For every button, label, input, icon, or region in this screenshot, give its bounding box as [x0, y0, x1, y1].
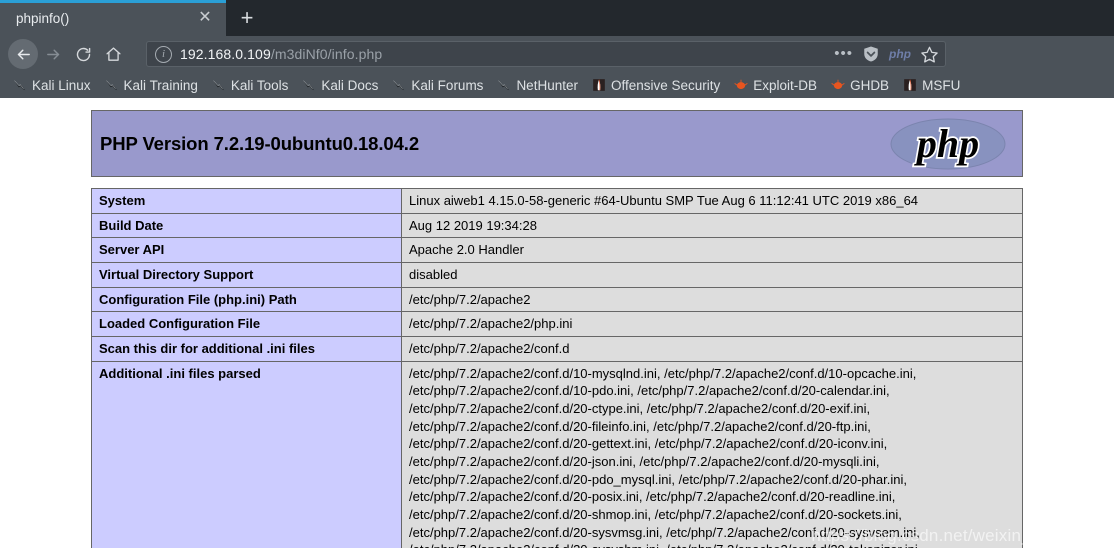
tab-phpinfo[interactable]: phpinfo() ✕ — [0, 0, 226, 36]
info-label: Build Date — [91, 212, 402, 239]
exploitdb-icon — [831, 79, 845, 90]
bookmark-item[interactable]: Kali Tools — [205, 74, 296, 96]
bookmark-item[interactable]: MSFU — [896, 74, 967, 96]
php-logo: php — [888, 116, 1008, 172]
bookmark-item[interactable]: Kali Forums — [385, 74, 490, 96]
bookmark-item[interactable]: NetHunter — [490, 74, 585, 96]
php-version-header: PHP Version 7.2.19-0ubuntu0.18.04.2 php — [91, 110, 1023, 177]
table-row: Scan this dir for additional .ini files … — [91, 336, 1023, 362]
table-row: Virtual Directory Support disabled — [91, 262, 1023, 288]
bookmark-label: Kali Docs — [321, 77, 379, 93]
url-host: 192.168.0.109 — [180, 46, 271, 62]
bookmark-item[interactable]: GHDB — [824, 74, 896, 96]
back-button[interactable] — [8, 39, 38, 69]
php-logo-icon: php — [890, 118, 1006, 169]
navigation-toolbar: i 192.168.0.109/m3diNf0/info.php ••• php — [0, 36, 1114, 72]
bookmarks-bar: Kali Linux Kali Training Kali Tools Kali… — [0, 72, 1114, 98]
info-value: /etc/php/7.2/apache2/php.ini — [401, 311, 1023, 338]
page-actions-icon[interactable]: ••• — [834, 46, 853, 61]
forward-button[interactable] — [38, 39, 68, 69]
phpinfo-table: System Linux aiweb1 4.15.0-58-generic #6… — [91, 188, 1023, 548]
bookmark-item[interactable]: Exploit-DB — [727, 74, 824, 96]
home-button[interactable] — [98, 39, 128, 69]
table-row: Server API Apache 2.0 Handler — [91, 237, 1023, 264]
kali-dragon-icon — [213, 80, 225, 91]
info-value: Linux aiweb1 4.15.0-58-generic #64-Ubunt… — [401, 188, 1023, 214]
bookmark-star-icon[interactable] — [920, 45, 939, 64]
info-value: /etc/php/7.2/apache2 — [401, 286, 1023, 313]
info-label: Virtual Directory Support — [91, 262, 402, 288]
bookmark-label: Offensive Security — [610, 77, 721, 93]
new-tab-button[interactable]: + — [226, 0, 268, 36]
php-page-action-icon[interactable]: php — [889, 47, 911, 61]
kali-dragon-icon — [303, 80, 315, 91]
info-label: Configuration File (php.ini) Path — [91, 286, 402, 313]
url-text: 192.168.0.109/m3diNf0/info.php — [180, 46, 826, 62]
kali-dragon-icon — [105, 80, 117, 91]
info-value: disabled — [401, 262, 1023, 288]
bookmark-label: Kali Linux — [32, 77, 91, 93]
info-label: Scan this dir for additional .ini files — [91, 336, 402, 362]
bookmark-label: GHDB — [850, 77, 890, 93]
bookmark-label: MSFU — [922, 77, 961, 93]
info-value: Aug 12 2019 19:34:28 — [401, 212, 1023, 239]
bookmark-label: NetHunter — [516, 77, 578, 93]
kali-dragon-icon — [393, 80, 405, 91]
info-value: /etc/php/7.2/apache2/conf.d — [401, 336, 1023, 362]
close-icon[interactable]: ✕ — [194, 7, 216, 29]
bookmark-label: Kali Training — [123, 77, 198, 93]
page-title: PHP Version 7.2.19-0ubuntu0.18.04.2 — [100, 132, 420, 154]
arrow-right-icon — [46, 49, 59, 59]
info-value: /etc/php/7.2/apache2/conf.d/10-mysqlnd.i… — [401, 360, 1023, 548]
table-row: Build Date Aug 12 2019 19:34:28 — [91, 212, 1023, 239]
bookmark-item[interactable]: Offensive Security — [585, 74, 727, 96]
info-label: Server API — [91, 237, 402, 264]
svg-text:php: php — [914, 121, 979, 166]
offsec-icon — [593, 79, 605, 91]
home-icon — [105, 46, 121, 61]
table-row: Additional .ini files parsed /etc/php/7.… — [91, 360, 1023, 548]
kali-dragon-icon — [498, 80, 510, 91]
tab-title: phpinfo() — [16, 10, 70, 26]
phpinfo-content: PHP Version 7.2.19-0ubuntu0.18.04.2 php … — [91, 98, 1023, 548]
info-label: System — [91, 188, 402, 214]
url-bar-icons: ••• php — [826, 45, 939, 64]
info-label: Loaded Configuration File — [91, 311, 402, 338]
table-row: Loaded Configuration File /etc/php/7.2/a… — [91, 311, 1023, 338]
shield-icon[interactable] — [862, 45, 880, 63]
url-path: /m3diNf0/info.php — [270, 46, 383, 62]
bookmark-label: Kali Tools — [230, 77, 289, 93]
browser-window: phpinfo() ✕ + i 192.168.0.109/m3diNf0/in… — [0, 0, 1114, 548]
bookmark-label: Kali Forums — [411, 77, 484, 93]
bookmark-item[interactable]: Kali Linux — [6, 74, 98, 96]
info-value: Apache 2.0 Handler — [401, 237, 1023, 264]
tab-strip: phpinfo() ✕ + — [0, 0, 1114, 36]
page-viewport: PHP Version 7.2.19-0ubuntu0.18.04.2 php … — [0, 98, 1114, 548]
table-row: System Linux aiweb1 4.15.0-58-generic #6… — [91, 188, 1023, 214]
bookmark-item[interactable]: Kali Training — [98, 74, 205, 96]
kali-dragon-icon — [14, 80, 26, 91]
reload-icon — [76, 47, 90, 61]
bookmark-label: Exploit-DB — [753, 77, 818, 93]
arrow-left-icon — [17, 49, 30, 59]
bookmark-item[interactable]: Kali Docs — [295, 74, 385, 96]
exploitdb-icon — [734, 79, 748, 90]
url-bar[interactable]: i 192.168.0.109/m3diNf0/info.php ••• php — [146, 41, 946, 67]
reload-button[interactable] — [68, 39, 98, 69]
table-row: Configuration File (php.ini) Path /etc/p… — [91, 286, 1023, 313]
info-label: Additional .ini files parsed — [91, 360, 402, 548]
offsec-icon — [904, 79, 916, 91]
site-identity-icon[interactable]: i — [155, 45, 172, 63]
